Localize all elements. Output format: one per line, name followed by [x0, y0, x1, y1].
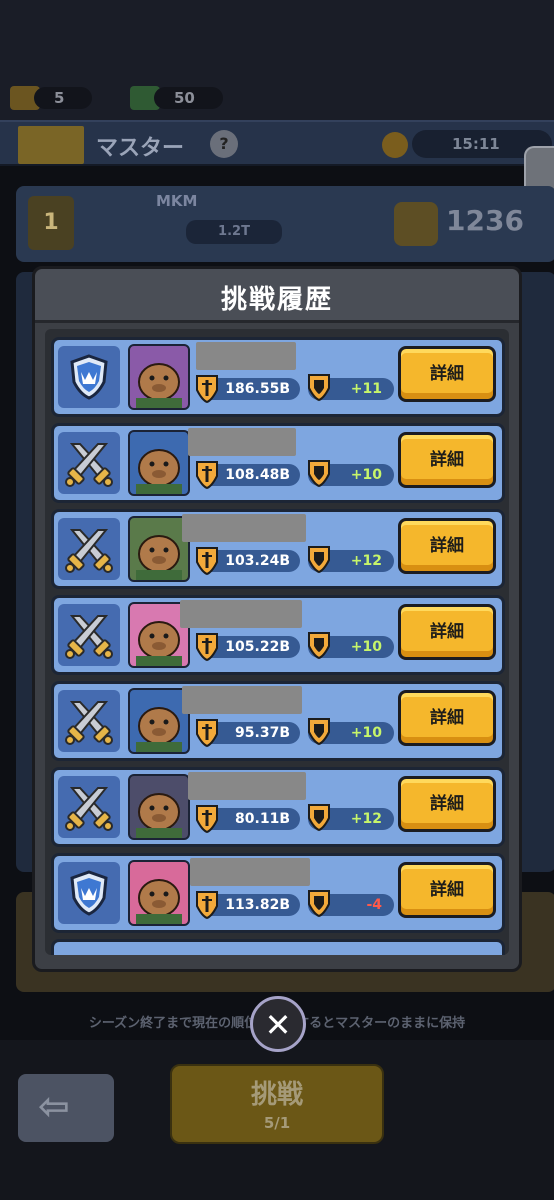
detail-button[interactable]: 詳細: [398, 518, 496, 574]
history-row: 103.24B +12 詳細: [51, 509, 505, 589]
opponent-name-redacted: [196, 342, 296, 370]
trophy-icon: [306, 544, 332, 574]
history-row: 105.22B +10 詳細: [51, 595, 505, 675]
timer-text: 15:11: [452, 135, 500, 153]
opponent-name-redacted: [190, 858, 310, 886]
attack-swords-icon: [58, 604, 120, 666]
attack-swords-icon: [58, 690, 120, 752]
power-icon: [194, 802, 220, 834]
opponent-name-redacted: [188, 428, 296, 456]
arrow-left-icon: ⇦: [38, 1084, 70, 1128]
power-icon: [194, 888, 220, 920]
close-icon: ✕: [264, 1006, 292, 1044]
trophy-icon: [306, 372, 332, 402]
ticket-counter: 5: [10, 84, 93, 112]
challenge-label: 挑戦: [250, 1080, 303, 1110]
power-icon: [194, 716, 220, 748]
rank-badge: 1: [28, 196, 74, 250]
opponent-name-redacted: [182, 686, 302, 714]
trophy-icon: [306, 458, 332, 488]
history-row: 186.55B +11 詳細: [51, 337, 505, 417]
detail-button[interactable]: 詳細: [398, 690, 496, 746]
challenge-button[interactable]: 挑戦 5/1: [170, 1064, 384, 1144]
trophy-icon: [306, 716, 332, 746]
history-row: 95.37B +10 詳細: [51, 681, 505, 761]
opponent-avatar[interactable]: [128, 516, 190, 582]
attack-swords-icon: [58, 432, 120, 494]
player-score: 1236: [446, 204, 524, 237]
detail-button[interactable]: 詳細: [398, 604, 496, 660]
player-name: MKM: [156, 192, 198, 210]
opponent-name-redacted: [188, 772, 306, 800]
clock-icon: [382, 132, 408, 158]
power-icon: [194, 458, 220, 490]
modal-title: 挑戦履歴: [220, 285, 333, 315]
trophy-icon: [306, 630, 332, 660]
detail-button[interactable]: 詳細: [398, 862, 496, 918]
challenge-history-modal: 挑戦履歴 186.55B +11 詳細 108.48B +10 詳細 103.24B +12 詳…: [32, 266, 522, 972]
opponent-avatar[interactable]: [128, 430, 190, 496]
challenge-cost: 5/1: [263, 1114, 291, 1132]
history-row: 80.11B +12 詳細: [51, 767, 505, 847]
modal-header: 挑戦履歴: [35, 269, 519, 323]
gem-counter: 50: [130, 84, 223, 112]
history-row-partial: [51, 939, 505, 955]
trophy-icon: [306, 888, 332, 918]
detail-button[interactable]: 詳細: [398, 346, 496, 402]
history-list[interactable]: 186.55B +11 詳細 108.48B +10 詳細 103.24B +12 詳細 105.…: [45, 329, 509, 955]
detail-button[interactable]: 詳細: [398, 776, 496, 832]
back-button[interactable]: ⇦: [18, 1074, 114, 1142]
defense-shield-icon: [58, 862, 120, 924]
opponent-name-redacted: [180, 600, 302, 628]
page-header: マスター ? 15:11: [0, 120, 554, 166]
defense-shield-icon: [58, 346, 120, 408]
opponent-avatar[interactable]: [128, 688, 190, 754]
trophy-icon: [394, 202, 438, 246]
attack-swords-icon: [58, 776, 120, 838]
trophy-icon: [306, 802, 332, 832]
podium-icon: [18, 126, 84, 164]
history-row: 108.48B +10 詳細: [51, 423, 505, 503]
power-icon: [194, 630, 220, 662]
detail-button[interactable]: 詳細: [398, 432, 496, 488]
close-button[interactable]: ✕: [250, 996, 306, 1052]
help-button[interactable]: ?: [210, 130, 238, 158]
opponent-avatar[interactable]: [128, 860, 190, 926]
history-row: 113.82B -4 詳細: [51, 853, 505, 933]
page-title: マスター: [96, 136, 185, 161]
attack-swords-icon: [58, 518, 120, 580]
opponent-avatar[interactable]: [128, 774, 190, 840]
ticket-count: 5: [34, 87, 93, 109]
opponent-avatar[interactable]: [128, 344, 190, 410]
opponent-name-redacted: [182, 514, 306, 542]
player-power: 1.2T: [186, 220, 282, 244]
power-icon: [194, 544, 220, 576]
leaderboard-top-entry[interactable]: 1 MKM 1.2T 1236: [16, 186, 554, 262]
gem-count: 50: [154, 87, 223, 109]
power-icon: [194, 372, 220, 404]
